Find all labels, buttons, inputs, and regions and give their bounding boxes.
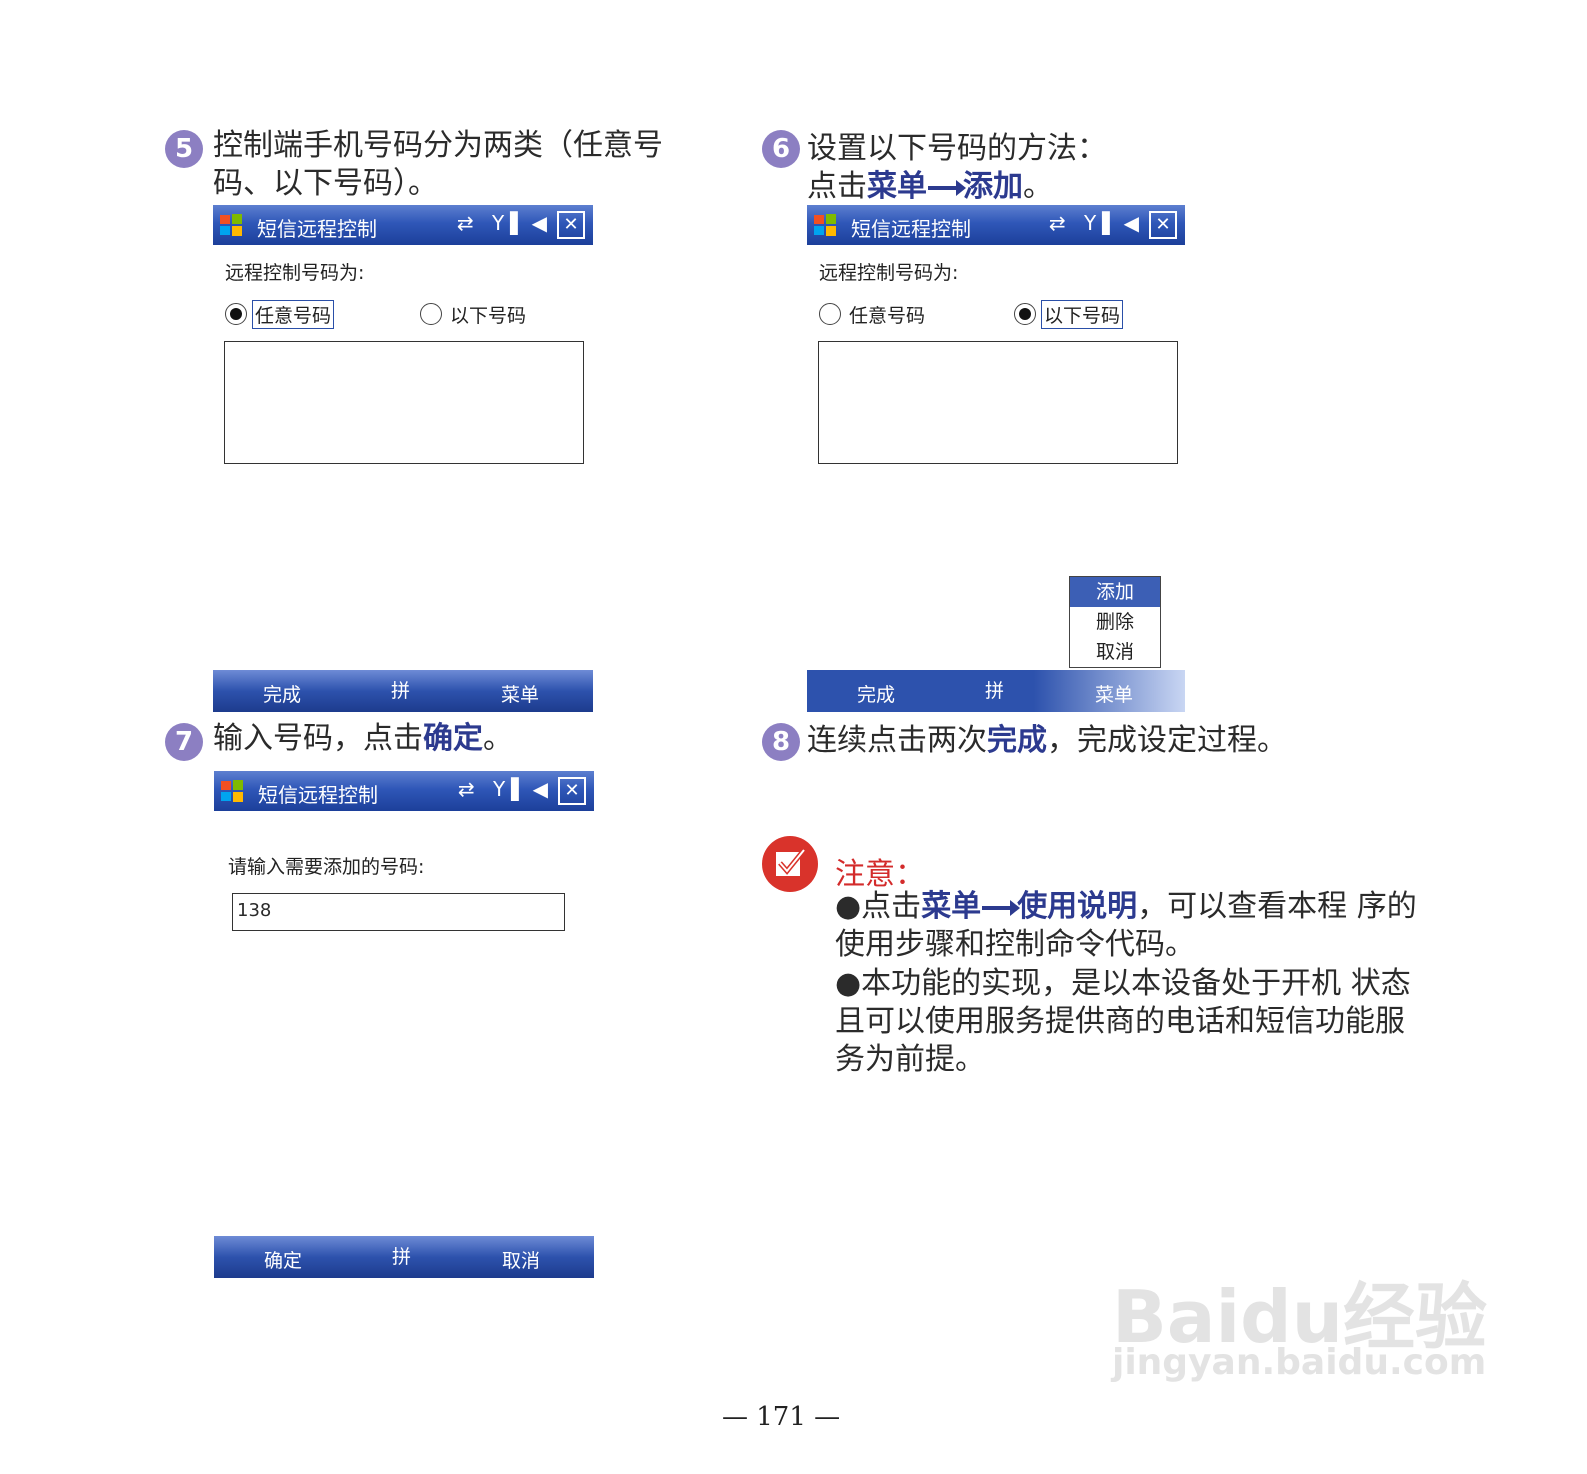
screen-c-softbar: 确定 拼 取消: [214, 1236, 594, 1278]
softkey-done[interactable]: 完成: [857, 680, 895, 707]
screen-a-titlebar: 短信远程控制 ⇄ Y▌◀ ✕: [213, 205, 593, 245]
step-7-badge: 7: [165, 723, 203, 761]
close-icon[interactable]: ✕: [558, 777, 586, 805]
note-bullet-2: ●本功能的实现，是以本设备处于开机 状态且可以使用服务提供商的电话和短信功能服务…: [835, 966, 1411, 1077]
signal-volume-icon: ⇄ Y▌◀: [1048, 211, 1145, 235]
note-kw-manual: 使用说明: [1017, 889, 1138, 924]
note-kw-menu: 菜单: [921, 889, 982, 924]
input-prompt: 请输入需要添加的号码:: [228, 856, 425, 878]
radio-below-number[interactable]: [1014, 303, 1036, 325]
screen-title: 短信远程控制: [257, 217, 377, 241]
number-list[interactable]: [224, 341, 584, 464]
step-5-badge: 5: [165, 130, 203, 168]
status-icons: ⇄ Y▌◀ ✕: [1049, 211, 1177, 239]
ime-pinyin-icon[interactable]: 拼: [392, 1242, 411, 1269]
ime-pinyin-icon[interactable]: 拼: [985, 676, 1004, 703]
step-6-badge: 6: [762, 130, 800, 168]
radio-below-number-label[interactable]: 以下号码: [448, 301, 528, 328]
page-number: — 171 —: [722, 1402, 841, 1432]
screen-a-softbar: 完成 拼 菜单: [213, 670, 593, 712]
close-icon[interactable]: ✕: [1149, 211, 1177, 239]
status-icons: ⇄ Y▌◀ ✕: [457, 211, 585, 239]
radio-any-number-label[interactable]: 任意号码: [847, 301, 927, 328]
screen-b-titlebar: 短信远程控制 ⇄ Y▌◀ ✕: [807, 205, 1185, 245]
windows-logo-icon: [221, 780, 243, 802]
ime-pinyin-icon[interactable]: 拼: [391, 676, 410, 703]
step-6-pre: 点击: [807, 169, 867, 204]
note-b1-pre: ●点击: [835, 889, 922, 924]
step-8-post: ，完成设定过程。: [1047, 723, 1287, 758]
softkey-cancel[interactable]: 取消: [502, 1246, 540, 1273]
step-7-post: 。: [483, 721, 513, 756]
number-input-value: 138: [237, 900, 272, 921]
radio-any-number[interactable]: [225, 303, 247, 325]
softkey-done[interactable]: 完成: [263, 680, 301, 707]
note-title: 注意：: [835, 857, 925, 892]
remote-number-label: 远程控制号码为:: [819, 262, 959, 284]
menu-item-delete[interactable]: 删除: [1070, 607, 1160, 637]
step-7-kw-ok: 确定: [423, 721, 483, 756]
checkbox-note-icon: [762, 836, 818, 892]
menu-item-add[interactable]: 添加: [1070, 577, 1160, 607]
screen-c-titlebar: 短信远程控制 ⇄ Y▌◀ ✕: [214, 771, 594, 811]
step-8-kw-done: 完成: [987, 723, 1047, 758]
step-6-kw-menu: 菜单: [867, 169, 927, 204]
note-bullet-1: ●点击菜单 使用说明，可以查看本程 序的使用步骤和控制命令代码。: [835, 888, 1425, 964]
step-7-pre: 输入号码，点击: [213, 721, 423, 756]
softkey-ok[interactable]: 确定: [264, 1246, 302, 1273]
screen-b-softbar: 完成 拼 菜单: [807, 670, 1185, 712]
context-menu: 添加 删除 取消: [1069, 576, 1161, 668]
step-7-text: 输入号码，点击确定。: [213, 720, 513, 758]
step-8-badge: 8: [762, 723, 800, 761]
number-input[interactable]: 138: [232, 893, 565, 931]
step-6-post: 。: [1023, 169, 1053, 204]
step-8-pre: 连续点击两次: [807, 723, 987, 758]
remote-number-label: 远程控制号码为:: [225, 262, 365, 284]
menu-item-cancel[interactable]: 取消: [1070, 637, 1160, 667]
step-8-text: 连续点击两次完成，完成设定过程。: [807, 722, 1287, 760]
radio-below-number[interactable]: [420, 303, 442, 325]
radio-any-number-label[interactable]: 任意号码: [252, 300, 335, 329]
radio-any-number[interactable]: [819, 303, 841, 325]
radio-below-number-label[interactable]: 以下号码: [1041, 300, 1124, 329]
step-6-line2: 点击菜单 添加。: [807, 168, 1107, 206]
step-5-line2: 码、以下号码）。: [213, 166, 438, 201]
baidu-watermark-url: jingyan.baidu.com: [1112, 1342, 1487, 1383]
step-6-line1: 设置以下号码的方法：: [807, 131, 1107, 166]
close-icon[interactable]: ✕: [557, 211, 585, 239]
status-icons: ⇄ Y▌◀ ✕: [458, 777, 586, 805]
windows-logo-icon: [814, 214, 836, 236]
step-5-line1: 控制端手机号码分为两类（任意号: [213, 128, 663, 163]
screen-title: 短信远程控制: [851, 217, 971, 241]
screen-title: 短信远程控制: [258, 783, 378, 807]
step-6-kw-add: 添加: [963, 169, 1023, 204]
number-list[interactable]: [818, 341, 1178, 464]
arrow-icon: [928, 179, 966, 196]
signal-volume-icon: ⇄ Y▌◀: [456, 211, 553, 235]
signal-volume-icon: ⇄ Y▌◀: [457, 777, 554, 801]
step-5-text: 控制端手机号码分为两类（任意号 码、以下号码）。: [213, 127, 663, 203]
softkey-menu[interactable]: 菜单: [1095, 680, 1133, 707]
windows-logo-icon: [220, 214, 242, 236]
softkey-menu[interactable]: 菜单: [501, 680, 539, 707]
arrow-icon: [982, 899, 1021, 916]
step-6-text: 设置以下号码的方法： 点击菜单 添加。: [807, 130, 1107, 206]
